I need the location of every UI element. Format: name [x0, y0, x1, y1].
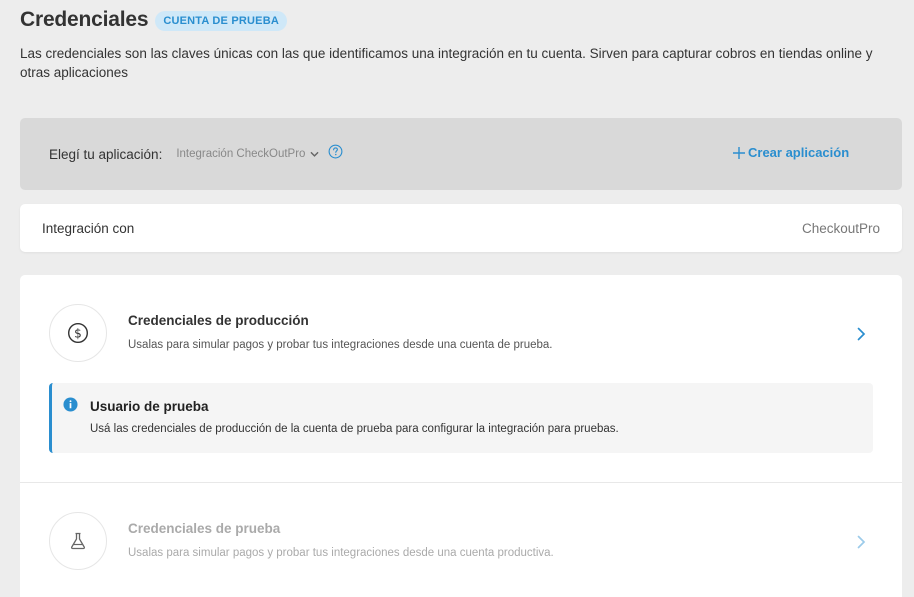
chevron-right-icon — [857, 535, 866, 549]
divider — [20, 482, 902, 483]
test-user-notice: Usuario de prueba Usá las credenciales d… — [49, 383, 873, 453]
test-icon-circle — [49, 512, 107, 570]
svg-text:$: $ — [74, 326, 82, 340]
page-title: Credenciales — [20, 8, 149, 31]
production-credentials-subtitle: Usalas para simular pagos y probar tus i… — [128, 339, 553, 351]
chevron-down-icon — [311, 151, 319, 157]
flask-icon — [70, 532, 86, 550]
integration-card: Integración con CheckoutPro — [20, 204, 902, 252]
page-description: Las credenciales son las claves únicas c… — [20, 46, 873, 80]
info-icon — [63, 397, 78, 412]
test-credentials-title: Credenciales de prueba — [128, 521, 281, 536]
test-credentials-subtitle: Usalas para simular pagos y probar tus i… — [128, 547, 554, 559]
credentials-card: $ Credenciales de producción Usalas para… — [20, 275, 902, 597]
application-dropdown-value: Integración CheckOutPro — [176, 148, 306, 160]
dollar-circle-icon: $ — [67, 322, 89, 344]
app-selector-label: Elegí tu aplicación: — [49, 146, 163, 162]
title-row: Credenciales CUENTA DE PRUEBA — [20, 8, 904, 32]
notice-title: Usuario de prueba — [90, 399, 209, 414]
production-icon-circle: $ — [49, 304, 107, 362]
page-header: Credenciales CUENTA DE PRUEBA Las creden… — [20, 8, 904, 82]
create-application-button[interactable]: Crear aplicación — [732, 145, 849, 160]
create-application-label: Crear aplicación — [748, 145, 850, 160]
integration-value: CheckoutPro — [801, 220, 880, 236]
production-credentials-title: Credenciales de producción — [128, 313, 309, 328]
integration-label: Integración con — [42, 220, 135, 236]
application-selector-bar: Elegí tu aplicación: Integración CheckOu… — [20, 118, 902, 190]
notice-text: Usá las credenciales de producción de la… — [90, 423, 619, 435]
test-credentials-row[interactable]: Credenciales de prueba Usalas para simul… — [20, 512, 902, 572]
plus-icon — [733, 146, 745, 159]
application-dropdown[interactable]: Integración CheckOutPro — [176, 148, 319, 160]
chevron-right-icon — [857, 327, 866, 341]
test-account-badge: CUENTA DE PRUEBA — [155, 10, 287, 31]
production-credentials-row[interactable]: $ Credenciales de producción Usalas para… — [20, 304, 902, 364]
question-circle-icon[interactable] — [328, 144, 343, 159]
